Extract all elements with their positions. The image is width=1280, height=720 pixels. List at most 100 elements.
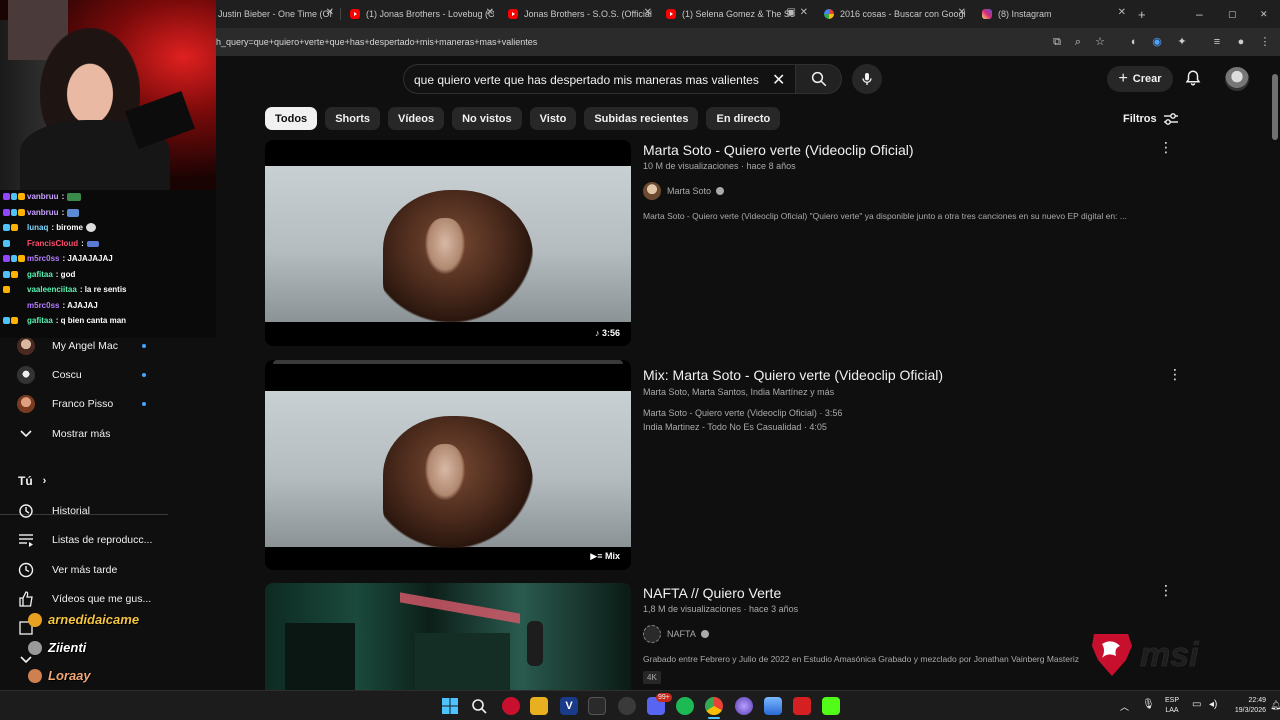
microphone-tray-icon[interactable]: 🎙︎	[1142, 699, 1155, 710]
chat-username: FrancisCloud	[27, 239, 79, 248]
maximize-icon[interactable]: ▢	[1228, 4, 1238, 24]
video-title[interactable]: NAFTA // Quiero Verte	[643, 585, 781, 601]
account-avatar[interactable]	[1225, 67, 1249, 91]
chrome-icon[interactable]	[705, 697, 723, 715]
kick-icon[interactable]	[822, 697, 840, 715]
clock-time[interactable]: 22:49	[1226, 696, 1266, 705]
filters-button[interactable]: Filtros	[1123, 112, 1179, 126]
install-app-icon[interactable]: ⧉	[1050, 35, 1064, 49]
network-icon[interactable]: ▭	[1192, 699, 1201, 710]
terminal-icon[interactable]	[588, 697, 606, 715]
app-icon[interactable]	[735, 697, 753, 715]
audio-playing-icon[interactable]: ◉	[1150, 35, 1164, 49]
bookmark-star-icon[interactable]: ☆	[1093, 35, 1107, 49]
msi-center-icon[interactable]	[502, 697, 520, 715]
page-scrollbar[interactable]	[1270, 56, 1280, 690]
chip-todos[interactable]: Todos	[265, 107, 318, 130]
windows-start-icon[interactable]	[442, 698, 458, 714]
close-tab-icon[interactable]: ✕	[800, 7, 808, 18]
more-actions-icon[interactable]: ⋮	[1159, 138, 1173, 156]
mix-track[interactable]: Marta Soto - Quiero verte (Videoclip Ofi…	[643, 408, 842, 418]
close-window-icon[interactable]: ✕	[1260, 4, 1270, 24]
browser-tab[interactable]: (8) Instagram ✕	[982, 4, 1126, 24]
language-indicator[interactable]: ESP	[1160, 696, 1184, 705]
channel-link[interactable]: Marta Soto	[643, 182, 725, 200]
active-app-indicator	[708, 717, 720, 719]
app-icon[interactable]	[793, 697, 811, 715]
search-button[interactable]	[795, 64, 842, 94]
more-actions-icon[interactable]: ⋮	[1159, 581, 1173, 599]
profile-icon[interactable]: ●	[1234, 35, 1248, 49]
notifications-bell-icon[interactable]	[1184, 69, 1202, 87]
chat-text: : la re sentis	[79, 285, 127, 294]
mute-tab-icon[interactable]: ▣	[787, 7, 796, 18]
browser-tab[interactable]: (1) Jonas Brothers - Lovebug (O ✕	[350, 4, 494, 24]
file-explorer-icon[interactable]	[530, 697, 548, 715]
chip-videos[interactable]: Vídeos	[388, 107, 445, 130]
mix-title[interactable]: Mix: Marta Soto - Quiero verte (Videocli…	[643, 367, 943, 383]
show-more-button[interactable]: Mostrar más	[0, 420, 168, 448]
close-tab-icon[interactable]: ✕	[1118, 7, 1126, 18]
more-actions-icon[interactable]: ⋮	[1168, 365, 1182, 383]
chip-shorts[interactable]: Shorts	[325, 107, 381, 130]
chat-message: m5rc0ss : JAJAJAJAJ	[3, 254, 113, 263]
mix-label: Mix	[604, 551, 620, 561]
voice-search-button[interactable]	[852, 64, 882, 94]
obs-icon[interactable]	[618, 697, 636, 715]
video-title[interactable]: Marta Soto - Quiero verte (Videoclip Ofi…	[643, 142, 914, 158]
channel-link[interactable]: NAFTA	[643, 625, 709, 643]
search-input[interactable]	[414, 70, 764, 90]
url-field[interactable]: h_query=que+quiero+verte+que+has+despert…	[216, 37, 537, 47]
photos-icon[interactable]	[764, 697, 782, 715]
search-icon[interactable]	[471, 698, 487, 714]
chip-no-vistos[interactable]: No vistos	[452, 107, 522, 130]
chip-visto[interactable]: Visto	[529, 107, 577, 130]
chip-subidas-recientes[interactable]: Subidas recientes	[584, 107, 699, 130]
create-button[interactable]: + Crear	[1107, 66, 1173, 92]
browser-tab[interactable]: 2016 cosas - Buscar con Googl ✕	[824, 4, 966, 24]
extensions-icon[interactable]: ✦	[1175, 35, 1189, 49]
tray-chevron-up-icon[interactable]: ︿	[1120, 700, 1129, 713]
filter-chips: Todos Shorts Vídeos No vistos Visto Subi…	[265, 107, 781, 130]
vegas-icon[interactable]: V	[560, 697, 578, 715]
clear-search-icon[interactable]: ✕	[772, 70, 785, 90]
media-control-icon[interactable]: ◖	[1126, 35, 1140, 49]
video-thumbnail[interactable]: ♪ 3:56	[265, 140, 631, 346]
verified-check-icon	[716, 187, 725, 195]
search-icon	[811, 71, 827, 87]
instagram-icon	[982, 9, 992, 19]
minimize-icon[interactable]: –	[1196, 4, 1206, 24]
browser-tab[interactable]: Justin Bieber - One Time (Of ✕	[218, 4, 334, 24]
close-tab-icon[interactable]: ✕	[644, 7, 652, 18]
close-tab-icon[interactable]: ✕	[326, 7, 334, 18]
spotify-icon[interactable]	[676, 697, 694, 715]
scrollbar-thumb[interactable]	[1272, 74, 1278, 140]
sidebar-item-label: Ver más tarde	[52, 564, 118, 576]
mix-thumbnail[interactable]: ▶︎≡ Mix	[265, 360, 631, 570]
chat-badges	[3, 192, 26, 201]
notification-bell-icon[interactable]: 🔔︎	[1270, 700, 1280, 711]
language-layout[interactable]: LAA	[1160, 706, 1184, 715]
chip-en-directo[interactable]: En directo	[706, 107, 781, 130]
volume-icon[interactable]: ◂)	[1209, 699, 1217, 710]
zoom-icon[interactable]: ⌕	[1071, 35, 1085, 49]
close-tab-icon[interactable]: ✕	[958, 7, 966, 18]
sidebar-item-liked-videos[interactable]: Vídeos que me gus...	[0, 585, 168, 613]
sidebar-item-watch-later[interactable]: Ver más tarde	[0, 556, 168, 584]
you-section-heading[interactable]: Tú ›	[0, 467, 168, 495]
close-tab-icon[interactable]: ✕	[486, 7, 494, 18]
sidebar-item-historial[interactable]: Historial	[0, 497, 168, 525]
sidebar-item-label: Vídeos que me gus...	[52, 593, 152, 605]
video-thumbnail[interactable]	[265, 583, 631, 690]
clock-date[interactable]: 19/3/2026	[1222, 706, 1266, 715]
sidebar-item-channel[interactable]: Coscu	[0, 361, 168, 389]
mix-track[interactable]: India Martinez - Todo No Es Casualidad ·…	[643, 422, 827, 432]
menu-kebab-icon[interactable]: ⋮	[1258, 35, 1272, 49]
channel-name: Coscu	[52, 369, 82, 381]
sidebar-item-playlists[interactable]: Listas de reproducc...	[0, 526, 168, 554]
browser-tab[interactable]: (1) Selena Gomez & The Sc ▣ ✕	[666, 4, 808, 24]
browser-tab[interactable]: Jonas Brothers - S.O.S. (Official ✕	[508, 4, 652, 24]
sidebar-item-channel[interactable]: Franco Pisso	[0, 390, 168, 418]
new-tab-button[interactable]: +	[1138, 4, 1150, 24]
tab-search-icon[interactable]: ≡	[1210, 35, 1224, 49]
